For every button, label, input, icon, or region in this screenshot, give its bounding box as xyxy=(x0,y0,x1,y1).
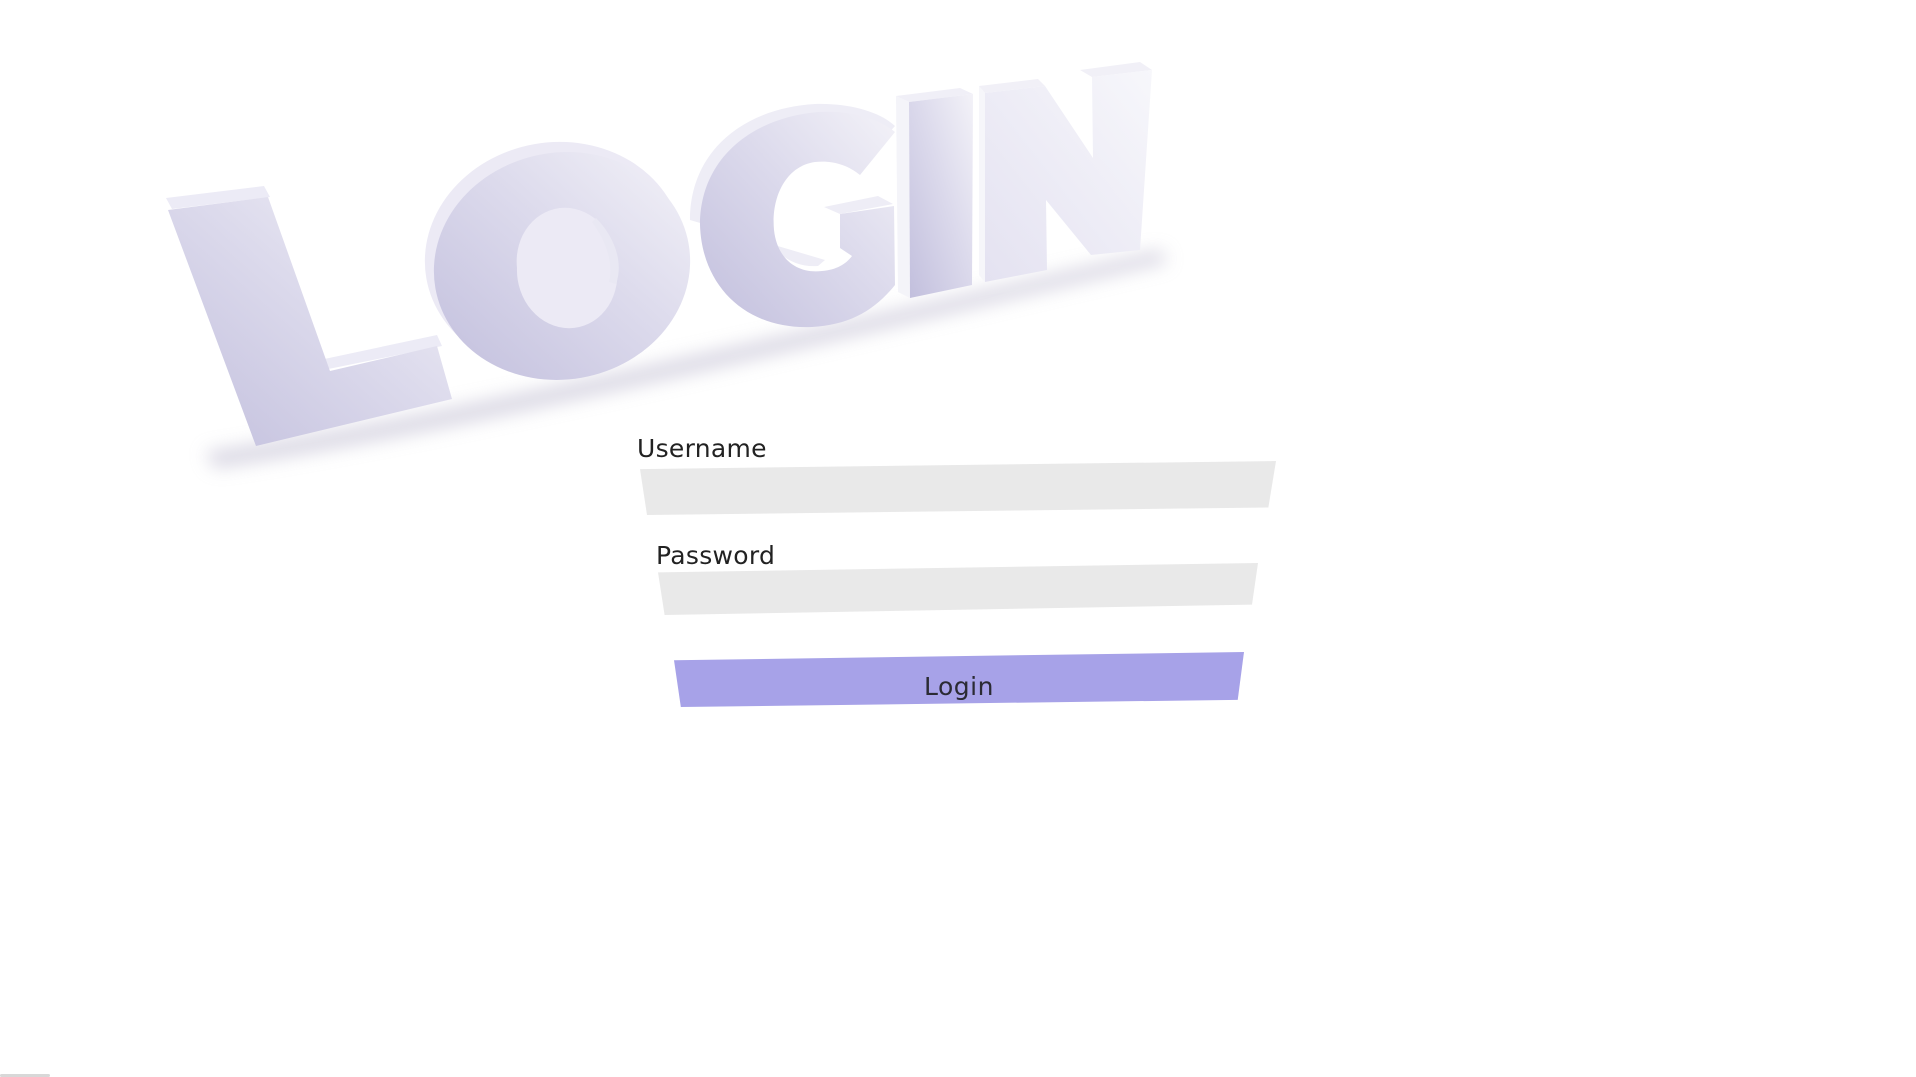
password-input[interactable] xyxy=(658,563,1258,615)
username-label: Username xyxy=(637,434,767,463)
username-input[interactable] xyxy=(640,461,1276,515)
login-page: Username Password Login xyxy=(0,0,1916,1077)
login-button[interactable]: Login xyxy=(674,652,1244,707)
login-form: Username Password Login xyxy=(0,0,1916,1077)
password-label: Password xyxy=(656,541,776,570)
login-button-label: Login xyxy=(924,671,994,701)
